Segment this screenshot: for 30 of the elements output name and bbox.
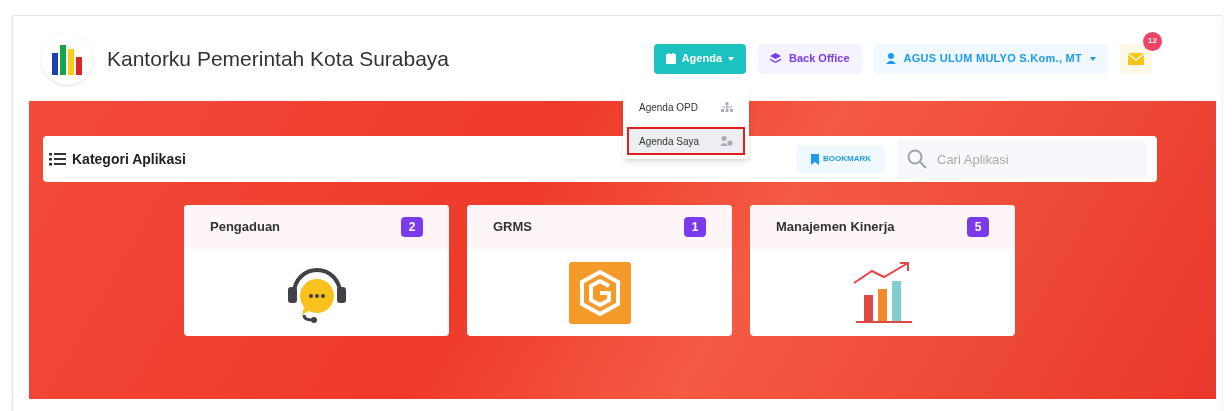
bookmark-icon xyxy=(811,153,819,165)
app-card[interactable]: Manajemen Kinerja 5 xyxy=(750,205,1015,336)
search-field[interactable]: Cari Aplikasi xyxy=(897,140,1147,178)
app-title: Kantorku Pemerintah Kota Surabaya xyxy=(107,45,450,72)
envelope-icon xyxy=(1128,52,1144,65)
calendar-icon xyxy=(665,53,676,64)
count-badge: 5 xyxy=(967,217,989,237)
mail-button[interactable] xyxy=(1120,43,1152,74)
hexagon-g-logo-icon xyxy=(568,261,631,324)
card-title: Manajemen Kinerja xyxy=(776,218,895,237)
search-icon xyxy=(907,149,927,169)
app-card[interactable]: GRMS 1 xyxy=(467,205,732,336)
back-office-button[interactable]: Back Office xyxy=(758,43,862,74)
caret-icon xyxy=(1090,56,1096,61)
menu-item[interactable]: Agenda Saya xyxy=(627,127,745,155)
caret-icon xyxy=(728,56,734,61)
app-card[interactable]: Pengaduan 2 xyxy=(184,205,449,336)
user-clock-icon xyxy=(720,136,733,146)
category-title: Kategori Aplikasi xyxy=(72,149,186,169)
layers-icon xyxy=(770,53,781,64)
card-title: Pengaduan xyxy=(210,218,281,237)
menu-item[interactable]: Agenda OPD xyxy=(627,93,745,121)
user-icon xyxy=(885,53,896,64)
sitemap-icon xyxy=(721,102,733,112)
count-badge: 2 xyxy=(401,217,423,237)
card-title: GRMS xyxy=(493,218,532,237)
logo-icon xyxy=(41,32,93,85)
count-badge: 1 xyxy=(684,217,706,237)
notification-badge: 12 xyxy=(1143,31,1162,51)
list-icon xyxy=(49,152,66,166)
